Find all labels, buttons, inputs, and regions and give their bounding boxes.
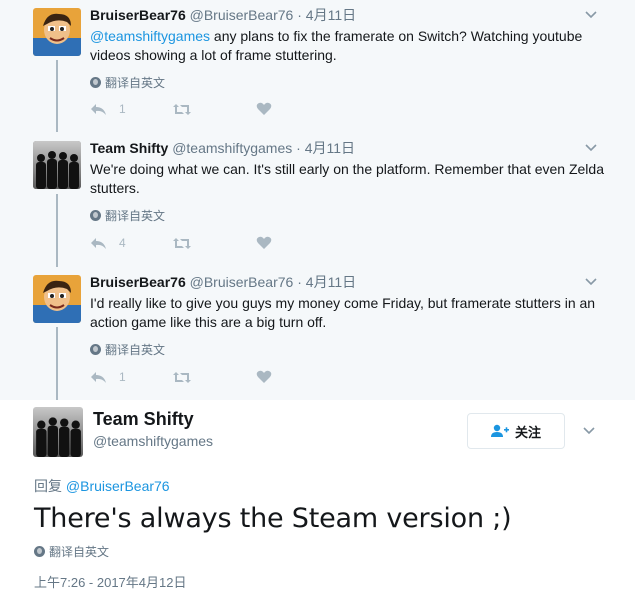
like-icon [256,370,272,383]
follow-button[interactable]: 关注 [467,413,565,449]
reply-count: 1 [119,102,126,116]
translate-label: 翻译自英文 [49,545,110,559]
tweet[interactable]: Team Shifty @teamshiftygames · 4月11日 We'… [0,133,635,266]
chevron-down-icon[interactable] [585,278,597,286]
avatar[interactable] [33,275,81,323]
separator: · [296,140,301,156]
tweet-header: BruiserBear76 @BruiserBear76 · 4月11日 [90,274,356,290]
follow-label: 关注 [514,424,541,440]
handle[interactable]: @BruiserBear76 [190,274,294,290]
separator: · [297,274,302,290]
chevron-down-icon[interactable] [585,11,597,19]
conversation-thread: BruiserBear76 @BruiserBear76 · 4月11日 @te… [0,0,635,400]
retweet-button[interactable] [172,237,256,250]
tweet-text: I'd really like to give you guys my mone… [90,295,596,330]
tweet-actions: 1 [90,370,272,384]
tweet-header: Team Shifty @teamshiftygames · 4月11日 [90,140,355,156]
reply-count: 4 [119,236,126,250]
reply-context: 回复 @BruiserBear76 [34,476,170,496]
avatar[interactable] [33,141,81,189]
display-name[interactable]: BruiserBear76 [90,7,186,23]
handle[interactable]: @teamshiftygames [172,140,292,156]
handle[interactable]: @BruiserBear76 [190,7,294,23]
globe-icon [34,546,45,557]
like-button[interactable] [256,102,272,116]
translate-link[interactable]: 翻译自英文 [34,543,109,560]
retweet-icon [173,103,191,115]
reply-count: 1 [119,370,126,384]
tweet[interactable]: BruiserBear76 @BruiserBear76 · 4月11日 @te… [0,0,635,132]
reply-button[interactable]: 4 [90,236,172,250]
tweet-text: We're doing what we can. It's still earl… [90,161,604,196]
retweet-button[interactable] [172,371,256,384]
display-name[interactable]: Team Shifty [93,409,194,430]
chevron-down-icon[interactable] [583,427,595,435]
translate-link[interactable]: 翻译自英文 [90,74,165,91]
mention-link[interactable]: @BruiserBear76 [66,478,170,494]
globe-icon [90,210,101,221]
translate-link[interactable]: 翻译自英文 [90,207,165,224]
timestamp[interactable]: 4月11日 [306,274,356,290]
timestamp[interactable]: 上午7:26 - 2017年4月12日 [34,572,186,591]
timestamp[interactable]: 4月11日 [306,7,356,23]
retweet-button[interactable] [172,103,256,116]
mention-link[interactable]: @teamshiftygames [90,28,210,44]
reply-icon [91,237,106,249]
like-icon [256,236,272,249]
tweet-text: @teamshiftygames any plans to fix the fr… [90,27,610,65]
like-button[interactable] [256,370,272,384]
tweet-text: There's always the Steam version ;) [34,503,512,534]
reply-button[interactable]: 1 [90,370,172,384]
translate-link[interactable]: 翻译自英文 [90,341,165,358]
separator: · [297,7,302,23]
handle[interactable]: @teamshiftygames [93,433,213,449]
retweet-icon [173,371,191,383]
chevron-down-icon[interactable] [585,144,597,152]
reply-button[interactable]: 1 [90,102,172,116]
reply-icon [91,103,106,115]
tweet[interactable]: BruiserBear76 @BruiserBear76 · 4月11日 I'd… [0,267,635,400]
retweet-icon [173,237,191,249]
display-name[interactable]: Team Shifty [90,140,168,156]
tweet-actions: 4 [90,236,272,250]
avatar[interactable] [33,8,81,56]
tweet-header: BruiserBear76 @BruiserBear76 · 4月11日 [90,7,356,23]
display-name[interactable]: BruiserBear76 [90,274,186,290]
avatar[interactable] [33,407,83,457]
timestamp[interactable]: 4月11日 [305,140,355,156]
reply-icon [91,371,106,383]
reply-prefix: 回复 [34,478,66,494]
globe-icon [90,344,101,355]
focused-tweet: Team Shifty @teamshiftygames 关注 回复 @Brui… [0,400,635,606]
translate-label: 翻译自英文 [105,343,166,357]
globe-icon [90,77,101,88]
translate-label: 翻译自英文 [105,76,166,90]
translate-label: 翻译自英文 [105,209,166,223]
like-button[interactable] [256,236,272,250]
tweet-actions: 1 [90,102,272,116]
like-icon [256,102,272,115]
follow-user-icon [490,424,509,437]
